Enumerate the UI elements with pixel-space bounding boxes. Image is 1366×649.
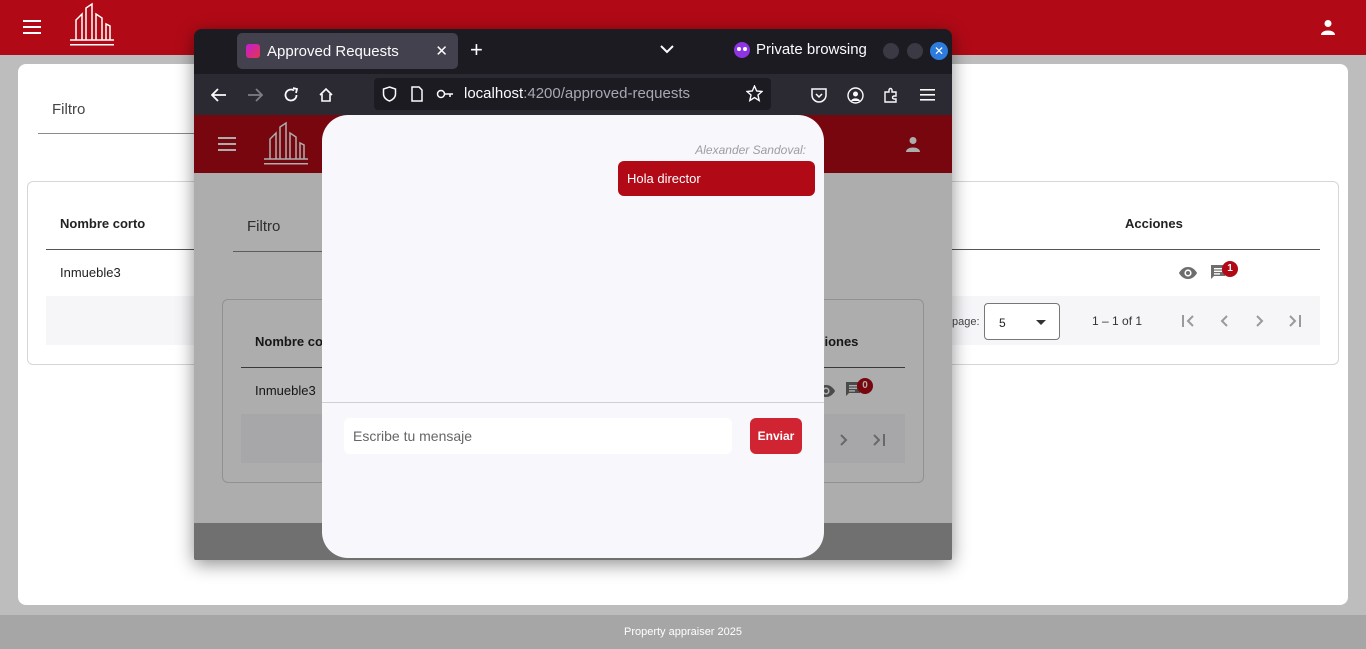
message-input[interactable] [344,418,732,454]
bookmark-star-icon[interactable] [745,84,764,107]
view-eye-icon[interactable] [1178,264,1198,282]
footer-text: Property appraiser 2025 [623,626,742,638]
forward-arrow-icon[interactable] [244,84,266,106]
page-size-value: 5 [999,316,1006,330]
last-page-icon[interactable] [1284,310,1306,332]
page-range: 1 – 1 of 1 [1092,314,1143,328]
chat-message-bubble: Hola director [618,161,815,196]
tab-title: Approved Requests [267,43,399,60]
new-tab-button[interactable]: + [470,39,483,61]
tab-approved-requests[interactable]: Approved Requests ✕ [237,33,458,69]
private-browsing-indicator: Private browsing [734,41,867,58]
account-circle-icon[interactable] [844,84,866,106]
permissions-key-icon[interactable] [436,87,454,106]
window-close-button[interactable]: ✕ [930,42,948,60]
table-cell-name: Inmueble3 [60,265,121,280]
extensions-puzzle-icon[interactable] [880,84,902,106]
minimize-button[interactable] [883,43,899,59]
private-browsing-label: Private browsing [756,41,867,58]
url-path: :4200/approved-requests [523,85,690,102]
next-page-icon[interactable] [1249,310,1271,332]
tab-strip: Approved Requests ✕ + Private browsing ✕ [194,29,952,74]
reload-icon[interactable] [280,84,302,106]
column-header-name[interactable]: Nombre corto [60,216,145,231]
menu-icon[interactable] [17,12,47,42]
page-size-select[interactable]: 5 [984,303,1060,340]
first-page-icon[interactable] [1177,310,1199,332]
message-sender: Alexander Sandoval: [695,143,806,157]
private-mask-icon [734,41,750,58]
account-icon[interactable] [1313,12,1343,42]
maximize-button[interactable] [907,43,923,59]
previous-page-icon[interactable] [1213,310,1235,332]
back-arrow-icon[interactable] [208,84,230,106]
chat-divider [322,402,824,403]
app-logo[interactable] [66,2,118,53]
site-favicon-icon [246,44,260,58]
url-host: localhost [464,85,524,102]
pocket-icon[interactable] [808,84,830,106]
app-footer: Property appraiser 2025 [0,615,1366,649]
caret-down-icon [1036,320,1046,325]
per-page-label: page: [952,316,980,328]
tracking-shield-icon[interactable] [382,86,397,107]
navigation-toolbar: localhost:4200/approved-requests [194,74,952,115]
url-bar[interactable]: localhost:4200/approved-requests [374,78,771,110]
app-menu-icon[interactable] [916,84,938,106]
filter-label: Filtro [52,101,86,118]
chat-dialog: Alexander Sandoval: Hola director Enviar [322,115,824,558]
tab-close-icon[interactable]: ✕ [435,42,448,60]
send-button[interactable]: Enviar [750,418,802,454]
column-header-actions: Acciones [1125,216,1183,231]
tab-list-chevron-icon[interactable] [660,41,674,59]
home-icon[interactable] [315,84,337,106]
page-info-icon[interactable] [411,86,423,107]
url-text[interactable]: localhost:4200/approved-requests [464,85,690,102]
comment-count-badge: 1 [1222,261,1238,277]
